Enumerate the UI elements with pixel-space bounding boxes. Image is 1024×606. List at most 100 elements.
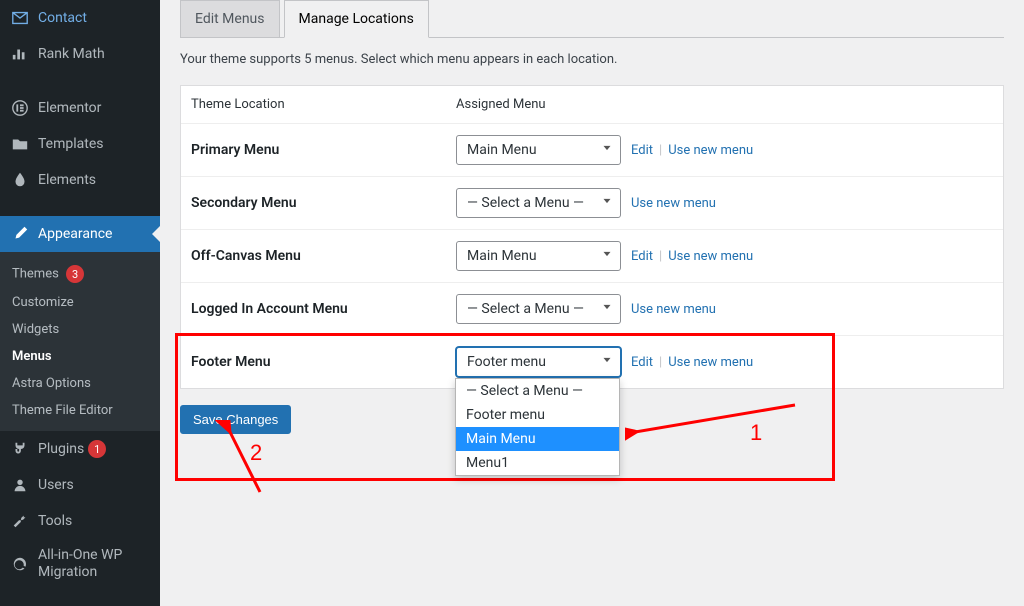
menu-select[interactable]: Main Menu <box>456 241 621 271</box>
annotation-label: 1 <box>750 420 762 446</box>
sidebar-sub-themes[interactable]: Themes 3 <box>0 259 160 289</box>
location-label: Footer Menu <box>191 354 456 370</box>
sidebar-submenu-appearance: Themes 3 Customize Widgets Menus Astra O… <box>0 252 160 431</box>
admin-sidebar: Contact Rank Math Elementor Templates El… <box>0 0 160 606</box>
use-new-menu-link[interactable]: Use new menu <box>668 143 753 158</box>
sidebar-item-appearance[interactable]: Appearance <box>0 216 160 252</box>
chevron-down-icon <box>600 141 614 159</box>
use-new-menu-link[interactable]: Use new menu <box>668 355 753 370</box>
use-new-menu-link[interactable]: Use new menu <box>668 249 753 264</box>
tab-manage-locations[interactable]: Manage Locations <box>284 0 429 38</box>
location-label: Primary Menu <box>191 142 456 158</box>
wrench-icon <box>10 511 30 531</box>
col-header-menu: Assigned Menu <box>456 97 993 112</box>
row-links: Edit | Use new menu <box>631 249 753 264</box>
sidebar-item-rankmath[interactable]: Rank Math <box>0 36 160 72</box>
select-value: — Select a Menu — <box>467 301 584 317</box>
sidebar-item-elements[interactable]: Elements <box>0 162 160 198</box>
table-row: Primary Menu Main Menu Edit | Use new me… <box>181 124 1003 177</box>
sidebar-item-label: Astra Options <box>12 376 91 391</box>
table-header: Theme Location Assigned Menu <box>181 86 1003 124</box>
nav-tabs: Edit MenusManage Locations <box>180 0 1004 38</box>
sidebar-item-contact[interactable]: Contact <box>0 0 160 36</box>
plug-icon <box>10 439 30 459</box>
update-badge: 3 <box>66 265 84 283</box>
sidebar-item-label: Appearance <box>38 226 112 242</box>
drop-icon <box>10 170 30 190</box>
sidebar-item-label: Tools <box>38 513 72 529</box>
sidebar-sub-menus[interactable]: Menus <box>0 343 160 370</box>
sidebar-item-users[interactable]: Users <box>0 467 160 503</box>
sidebar-item-label: Themes <box>12 267 59 282</box>
chevron-down-icon <box>600 300 614 318</box>
row-links: Use new menu <box>631 196 716 211</box>
refresh-icon <box>10 554 30 574</box>
sidebar-item-elementor[interactable]: Elementor <box>0 90 160 126</box>
chart-icon <box>10 44 30 64</box>
use-new-menu-link[interactable]: Use new menu <box>631 196 716 211</box>
tab-edit-menus[interactable]: Edit Menus <box>180 0 280 38</box>
select-value: Footer menu <box>467 354 546 370</box>
locations-table: Theme Location Assigned Menu Primary Men… <box>180 85 1004 389</box>
sidebar-item-label: Theme File Editor <box>12 403 113 418</box>
brush-icon <box>10 224 30 244</box>
link-separator: | <box>659 249 662 264</box>
sidebar-item-label: Templates <box>38 136 104 152</box>
table-row: Secondary Menu — Select a Menu — Use new… <box>181 177 1003 230</box>
menu-select[interactable]: Footer menu <box>456 347 621 377</box>
sidebar-item-label: Plugins <box>38 441 84 457</box>
sidebar-item-tools[interactable]: Tools <box>0 503 160 539</box>
folder-icon <box>10 134 30 154</box>
user-icon <box>10 475 30 495</box>
select-value: — Select a Menu — <box>467 195 584 211</box>
dropdown-option[interactable]: — Select a Menu — <box>456 379 619 403</box>
menu-select[interactable]: — Select a Menu — <box>456 188 621 218</box>
save-changes-button[interactable]: Save Changes <box>180 405 291 434</box>
edit-link[interactable]: Edit <box>631 143 653 158</box>
select-value: Main Menu <box>467 248 537 264</box>
annotation-label: 2 <box>250 440 262 466</box>
select-value: Main Menu <box>467 142 537 158</box>
edit-link[interactable]: Edit <box>631 249 653 264</box>
location-label: Off-Canvas Menu <box>191 248 456 264</box>
row-links: Edit | Use new menu <box>631 355 753 370</box>
sidebar-item-label: Widgets <box>12 322 59 337</box>
col-header-location: Theme Location <box>191 97 456 112</box>
sidebar-item-label: Elementor <box>38 100 101 116</box>
use-new-menu-link[interactable]: Use new menu <box>631 302 716 317</box>
update-badge: 1 <box>88 440 106 458</box>
chevron-down-icon <box>600 247 614 265</box>
sidebar-item-aio-migration[interactable]: All-in-One WP Migration <box>0 539 160 589</box>
sidebar-item-label: Customize <box>12 295 74 310</box>
sidebar-sub-customize[interactable]: Customize <box>0 289 160 316</box>
dropdown-option[interactable]: Main Menu <box>456 427 619 451</box>
sidebar-item-label: Rank Math <box>38 46 105 62</box>
page-description: Your theme supports 5 menus. Select whic… <box>180 52 1004 67</box>
link-separator: | <box>659 355 662 370</box>
menu-select[interactable]: — Select a Menu — <box>456 294 621 324</box>
sidebar-sub-widgets[interactable]: Widgets <box>0 316 160 343</box>
sidebar-item-label: Contact <box>38 10 87 26</box>
table-row: Off-Canvas Menu Main Menu Edit | Use new… <box>181 230 1003 283</box>
dropdown-option[interactable]: Footer menu <box>456 403 619 427</box>
sidebar-item-label: Users <box>38 477 74 493</box>
elementor-icon <box>10 98 30 118</box>
sidebar-sub-file-editor[interactable]: Theme File Editor <box>0 397 160 424</box>
table-row: Logged In Account Menu — Select a Menu —… <box>181 283 1003 336</box>
edit-link[interactable]: Edit <box>631 355 653 370</box>
location-label: Secondary Menu <box>191 195 456 211</box>
sidebar-item-templates[interactable]: Templates <box>0 126 160 162</box>
sidebar-item-label: Elements <box>38 172 96 188</box>
sidebar-sub-astra[interactable]: Astra Options <box>0 370 160 397</box>
menu-dropdown: — Select a Menu — Footer menu Main Menu … <box>455 378 620 476</box>
menu-select[interactable]: Main Menu <box>456 135 621 165</box>
sidebar-item-label: All-in-One WP Migration <box>38 547 152 581</box>
annotation-arrow <box>625 400 805 445</box>
chevron-down-icon <box>600 194 614 212</box>
location-label: Logged In Account Menu <box>191 301 456 317</box>
sidebar-item-plugins[interactable]: Plugins 1 <box>0 431 160 467</box>
dropdown-option[interactable]: Menu1 <box>456 451 619 475</box>
contact-icon <box>10 8 30 28</box>
chevron-down-icon <box>600 353 614 371</box>
link-separator: | <box>659 143 662 158</box>
